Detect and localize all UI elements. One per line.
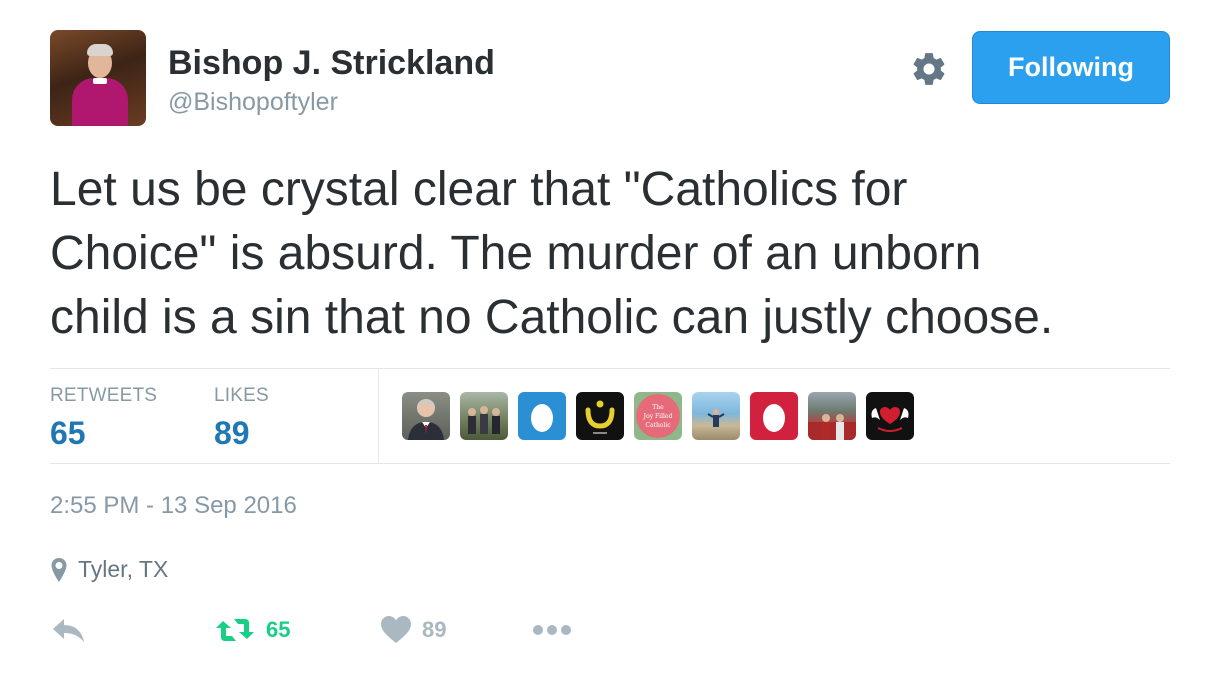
avatar-collar <box>93 78 107 84</box>
tweet-timestamp[interactable]: 2:55 PM - 13 Sep 2016 <box>50 492 297 520</box>
more-options-button[interactable] <box>532 608 572 652</box>
like-button[interactable]: 89 <box>380 608 446 652</box>
tweet-text-line: Let us be crystal clear that "Catholics … <box>50 163 908 216</box>
pink-circle-logo-avatar[interactable]: The Joy Filled Catholic <box>634 392 682 440</box>
group-photo-avatar[interactable] <box>460 392 508 440</box>
tweet-text: Let us be crystal clear that "Catholics … <box>50 158 1190 350</box>
gear-icon[interactable] <box>910 50 948 88</box>
svg-text:The: The <box>652 404 664 411</box>
retweets-label: RETWEETS <box>50 385 158 406</box>
man-in-suit-avatar[interactable] <box>402 392 450 440</box>
like-action-count: 89 <box>422 617 447 642</box>
retweet-button[interactable]: 65 <box>214 608 290 652</box>
tweet-text-line: Choice" is absurd. The murder of an unbo… <box>50 227 982 280</box>
stats-divider <box>378 369 379 464</box>
avatar-robe <box>72 78 128 126</box>
retweets-count: 65 <box>50 415 86 451</box>
stadium-photo-avatar[interactable] <box>808 392 856 440</box>
person-on-beach-icon <box>707 409 725 427</box>
stadium-icon <box>808 414 856 440</box>
egg-icon <box>531 404 553 432</box>
tweet-stats: RETWEETS 65 LIKES 89 The Joy Filled Cath… <box>50 368 1170 464</box>
nun-letter-icon <box>585 400 615 434</box>
reply-button[interactable] <box>50 608 88 652</box>
liker-avatars: The Joy Filled Catholic <box>402 392 914 440</box>
location-label: Tyler, TX <box>78 556 169 582</box>
following-button[interactable]: Following <box>972 31 1170 104</box>
egg-icon <box>763 404 785 432</box>
heart-wings-icon <box>871 407 909 432</box>
likes-label: LIKES <box>214 385 269 406</box>
retweet-icon <box>216 619 254 641</box>
likes-count: 89 <box>214 415 250 451</box>
tweet-location[interactable]: Tyler, TX <box>50 556 168 583</box>
default-egg-avatar-red[interactable] <box>750 392 798 440</box>
retweet-action-count: 65 <box>266 617 291 642</box>
likes-stat[interactable]: LIKES 89 <box>214 385 269 452</box>
retweets-stat[interactable]: RETWEETS 65 <box>50 385 157 452</box>
user-display-name[interactable]: Bishop J. Strickland <box>168 44 495 83</box>
group-photo-icon <box>468 406 500 434</box>
avatar-hair <box>87 44 113 56</box>
red-heart-wings-avatar[interactable] <box>866 392 914 440</box>
tweet-text-line: child is a sin that no Catholic can just… <box>50 291 1054 344</box>
profile-avatar[interactable] <box>50 30 146 126</box>
reply-icon <box>53 619 84 642</box>
joy-filled-catholic-logo-icon: The Joy Filled Catholic <box>636 394 680 438</box>
man-in-suit-icon <box>408 399 444 440</box>
svg-text:Catholic: Catholic <box>645 422 671 429</box>
beach-photo-avatar[interactable] <box>692 392 740 440</box>
svg-text:Joy Filled: Joy Filled <box>643 413 673 420</box>
location-pin-icon <box>51 557 67 582</box>
user-handle[interactable]: @Bishopoftyler <box>168 88 338 117</box>
heart-icon <box>381 616 411 643</box>
default-egg-avatar-blue[interactable] <box>518 392 566 440</box>
more-dots-icon <box>533 625 571 635</box>
nun-arabic-letter-avatar[interactable] <box>576 392 624 440</box>
